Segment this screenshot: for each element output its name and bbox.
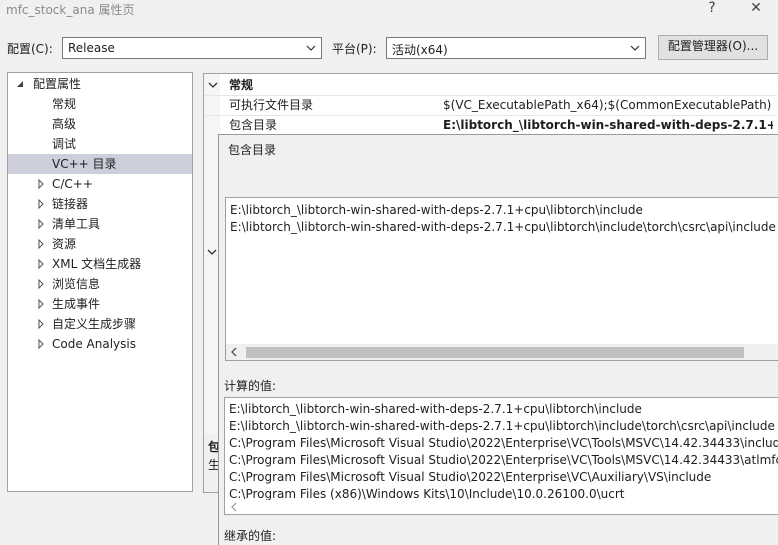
grid-row-selected[interactable]: 包含目录 E:\libtorch_\libtorch-win-shared-wi… — [204, 115, 777, 135]
tree-item-browse-info[interactable]: 浏览信息 — [8, 274, 192, 294]
include-dirs-editor[interactable]: E:\libtorch_\libtorch-win-shared-with-de… — [225, 197, 778, 361]
tree-item-debugging[interactable]: 调试 — [8, 134, 192, 154]
computed-values-label: 计算的值: — [224, 379, 277, 393]
include-dir-entry[interactable]: E:\libtorch_\libtorch-win-shared-with-de… — [230, 202, 643, 219]
platform-label: 平台(P): — [332, 42, 377, 56]
tree-item-label: 自定义生成步骤 — [52, 317, 137, 331]
platform-dropdown[interactable]: 活动(x64) — [386, 37, 646, 59]
tree-item-advanced[interactable]: 高级 — [8, 114, 192, 134]
tree-item-label: XML 文档生成器 — [52, 257, 142, 271]
tree-item-manifest-tool[interactable]: 清单工具 — [8, 214, 192, 234]
tree-item-cpp[interactable]: C/C++ — [8, 174, 192, 194]
scroll-thumb[interactable] — [246, 347, 744, 358]
tree-item-label: VC++ 目录 — [52, 157, 117, 171]
dialog-title: 包含目录 — [228, 143, 277, 157]
tree-item-label: Code Analysis — [52, 337, 136, 351]
platform-value: 活动(x64) — [392, 43, 448, 57]
close-button[interactable]: ✕ — [741, 0, 771, 18]
collapsed-triangle-icon — [36, 214, 46, 234]
grid-row-value: E:\libtorch_\libtorch-win-shared-with-de… — [443, 118, 773, 132]
tree-item-label: C/C++ — [52, 177, 93, 191]
collapsed-triangle-icon — [36, 234, 46, 254]
collapsed-triangle-icon — [36, 294, 46, 314]
config-label: 配置(C): — [7, 42, 53, 56]
collapsed-triangle-icon — [36, 174, 46, 194]
tree-item-vc-directories[interactable]: VC++ 目录 — [8, 154, 192, 174]
collapsed-triangle-icon — [36, 254, 46, 274]
chevron-down-icon — [206, 246, 218, 258]
grid-section-general[interactable]: 常规 — [204, 76, 777, 95]
grid-section-title: 常规 — [229, 78, 254, 92]
property-tree: 配置属性 常规 高级 调试 VC++ 目录 C/C++ 链接器 清单工具 资源 … — [7, 72, 193, 492]
horizontal-scrollbar[interactable] — [226, 344, 778, 360]
config-manager-button[interactable]: 配置管理器(O)... — [658, 35, 768, 60]
computed-value: C:\Program Files\Microsoft Visual Studio… — [229, 453, 778, 467]
computed-value: C:\Program Files\Microsoft Visual Studio… — [229, 470, 712, 484]
dialog-toolbar — [219, 163, 778, 197]
tree-item-label: 常规 — [52, 97, 77, 111]
tree-item-build-events[interactable]: 生成事件 — [8, 294, 192, 314]
collapsed-triangle-icon — [36, 274, 46, 294]
tree-item-linker[interactable]: 链接器 — [8, 194, 192, 214]
grid-row[interactable]: 可执行文件目录 $(VC_ExecutablePath_x64);$(Commo… — [204, 95, 777, 115]
tree-item-label: 高级 — [52, 117, 77, 131]
title-bar: mfc_stock_ana 属性页 ? ✕ — [0, 0, 778, 30]
tree-item-label: 生成事件 — [52, 297, 101, 311]
expanded-triangle-icon — [16, 74, 26, 94]
collapsed-triangle-icon — [36, 314, 46, 334]
computed-value: E:\libtorch_\libtorch-win-shared-with-de… — [229, 402, 642, 416]
tree-root-label: 配置属性 — [33, 77, 82, 91]
chevron-left-icon[interactable] — [229, 502, 239, 512]
tree-item-label: 链接器 — [52, 197, 89, 211]
tree-root[interactable]: 配置属性 — [8, 74, 192, 94]
inherited-values-label: 继承的值: — [224, 529, 277, 543]
tree-item-resources[interactable]: 资源 — [8, 234, 192, 254]
tree-item-label: 调试 — [52, 137, 77, 151]
horizontal-scrollbar[interactable] — [225, 500, 778, 514]
chevron-left-icon[interactable] — [229, 347, 239, 357]
computed-value: E:\libtorch_\libtorch-win-shared-with-de… — [229, 419, 775, 433]
grid-row-name: 可执行文件目录 — [229, 98, 314, 112]
close-icon: ✕ — [750, 0, 762, 16]
window-title: mfc_stock_ana 属性页 — [6, 3, 135, 17]
chevron-down-icon — [207, 76, 219, 95]
config-dropdown[interactable]: Release — [62, 37, 322, 59]
grid-row-name: 包含目录 — [229, 118, 278, 132]
computed-values-list[interactable]: E:\libtorch_\libtorch-win-shared-with-de… — [224, 397, 778, 515]
tree-item-general[interactable]: 常规 — [8, 94, 192, 114]
include-directories-dialog: 包含目录 E:\libtorch_\libtorch-win-shared-wi… — [218, 134, 778, 545]
tree-item-code-analysis[interactable]: Code Analysis — [8, 334, 192, 354]
tree-item-label: 浏览信息 — [52, 277, 101, 291]
tree-item-label: 资源 — [52, 237, 77, 251]
include-dir-entry[interactable]: E:\libtorch_\libtorch-win-shared-with-de… — [230, 219, 776, 236]
grid-row-value: $(VC_ExecutablePath_x64);$(CommonExecuta… — [443, 98, 772, 112]
chevron-down-icon — [627, 40, 643, 56]
computed-value: C:\Program Files\Microsoft Visual Studio… — [229, 436, 778, 450]
chevron-down-icon — [303, 40, 319, 56]
collapsed-triangle-icon — [36, 334, 46, 354]
help-button[interactable]: ? — [697, 0, 727, 18]
tree-item-custom-build[interactable]: 自定义生成步骤 — [8, 314, 192, 334]
tree-item-xml-doc[interactable]: XML 文档生成器 — [8, 254, 192, 274]
tree-item-label: 清单工具 — [52, 217, 101, 231]
config-value: Release — [68, 41, 115, 55]
collapsed-triangle-icon — [36, 194, 46, 214]
